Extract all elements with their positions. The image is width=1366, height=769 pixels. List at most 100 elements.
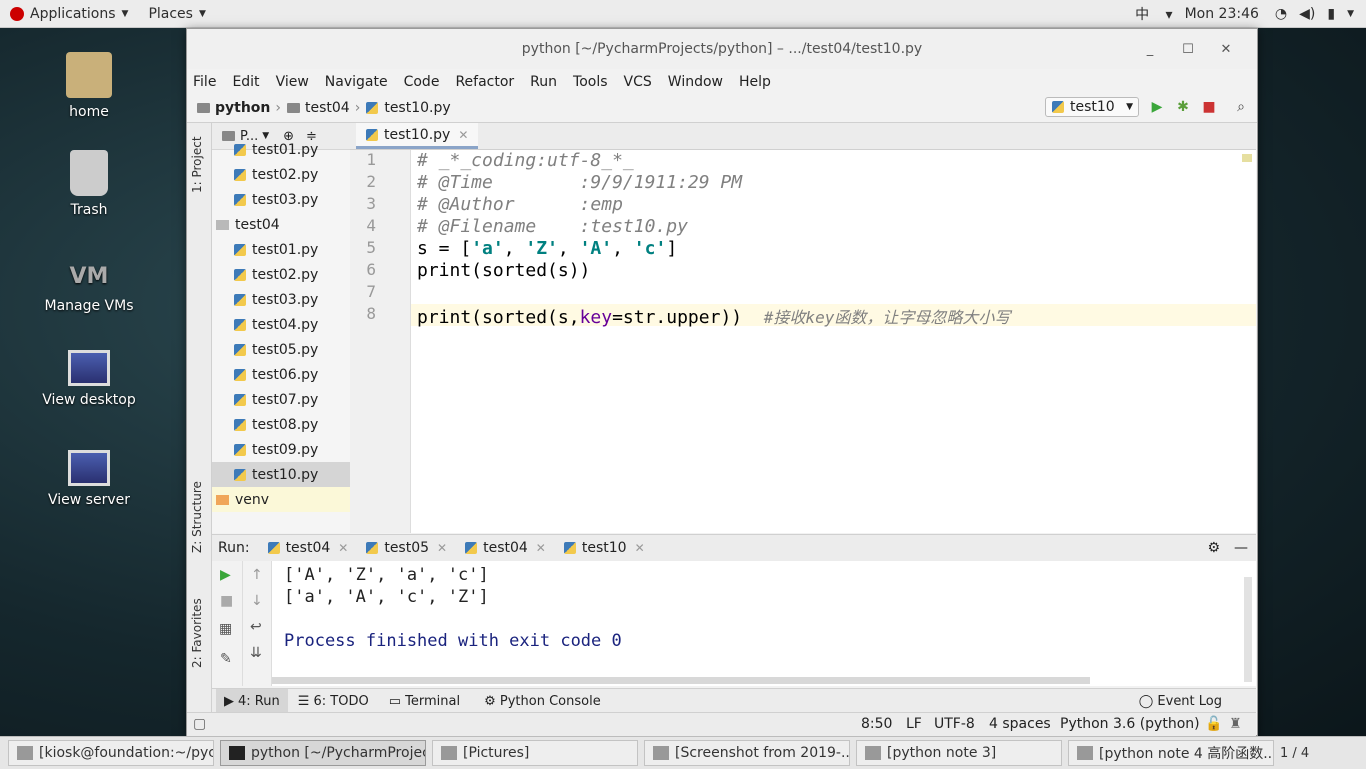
taskbar-item[interactable]: [kiosk@foundation:~/pyc... bbox=[8, 740, 214, 766]
code-editor[interactable]: # _*_coding:utf-8_*_ # @Time :9/9/1911:2… bbox=[411, 150, 1256, 533]
tab-project[interactable]: 1: Project bbox=[190, 136, 204, 193]
tree-file[interactable]: test09.py bbox=[212, 437, 350, 462]
close-tab-icon[interactable]: ✕ bbox=[458, 128, 468, 142]
workspace-pager[interactable]: 1 / 4 bbox=[1280, 746, 1309, 761]
tab-test10[interactable]: test10.py ✕ bbox=[356, 123, 479, 149]
tool-tab-run[interactable]: ▶ 4: Run bbox=[216, 689, 288, 713]
menu-tools[interactable]: Tools bbox=[573, 74, 608, 90]
taskbar-item-active[interactable]: python [~/PycharmProjec... bbox=[220, 740, 426, 766]
code-line: # _*_coding:utf-8_*_ bbox=[417, 150, 634, 171]
interpreter[interactable]: Python 3.6 (python) bbox=[1060, 716, 1200, 732]
taskbar-item[interactable]: [python note 4 高阶函数... bbox=[1068, 740, 1274, 766]
places-menu[interactable]: Places ▼ bbox=[148, 6, 205, 22]
debug-icon[interactable]: ✱ bbox=[1175, 99, 1191, 115]
taskbar-item[interactable]: [Pictures] bbox=[432, 740, 638, 766]
breadcrumb-file[interactable]: test10.py bbox=[366, 100, 451, 116]
input-method[interactable]: 中 ▾ bbox=[1135, 4, 1172, 24]
desktop-home[interactable]: home bbox=[24, 52, 154, 120]
monitor-icon bbox=[68, 450, 110, 486]
menu-edit[interactable]: Edit bbox=[232, 74, 259, 90]
desktop-manage-vms[interactable]: VM Manage VMs bbox=[24, 262, 154, 314]
desktop-trash[interactable]: Trash bbox=[24, 150, 154, 218]
soft-wrap-icon[interactable]: ↩ bbox=[250, 619, 262, 635]
taskbar-item[interactable]: [python note 3] bbox=[856, 740, 1062, 766]
run-tab-active[interactable]: test10 ✕ bbox=[563, 540, 645, 556]
tree-file[interactable]: test07.py bbox=[212, 387, 350, 412]
file-encoding[interactable]: UTF-8 bbox=[934, 716, 975, 732]
tree-file[interactable]: test01.py bbox=[212, 237, 350, 262]
settings-icon[interactable]: ⚙ bbox=[1207, 540, 1220, 556]
tree-file[interactable]: test03.py bbox=[212, 187, 350, 212]
navigation-bar: python › test04 › test10.py test10 ▼ ▶ ✱ ■ … bbox=[187, 94, 1257, 123]
indent-setting[interactable]: 4 spaces bbox=[989, 716, 1051, 732]
pin-icon[interactable]: ✎ bbox=[220, 651, 232, 667]
search-icon[interactable]: ⌕ bbox=[1233, 99, 1249, 115]
system-menu[interactable]: ▼ bbox=[1347, 9, 1354, 19]
applications-menu[interactable]: Applications ▼ bbox=[10, 6, 128, 22]
menu-view[interactable]: View bbox=[276, 74, 309, 90]
stop-icon[interactable]: ■ bbox=[1201, 99, 1217, 115]
run-tab[interactable]: test04 ✕ bbox=[267, 540, 348, 556]
tree-file[interactable]: test02.py bbox=[212, 162, 350, 187]
inspector-icon[interactable]: ♜ bbox=[1229, 716, 1242, 732]
run-tab[interactable]: test04 ✕ bbox=[465, 540, 546, 556]
tree-file[interactable]: test05.py bbox=[212, 337, 350, 362]
toggle-panels-icon[interactable]: ▢ bbox=[193, 716, 206, 732]
menu-vcs[interactable]: VCS bbox=[624, 74, 652, 90]
menu-refactor[interactable]: Refactor bbox=[455, 74, 514, 90]
menu-help[interactable]: Help bbox=[739, 74, 771, 90]
project-panel: P... ▼ ⊕ ≑ test01.py test02.py test03.py … bbox=[212, 123, 351, 533]
console-line: Process finished with exit code 0 bbox=[284, 631, 622, 651]
run-configuration-select[interactable]: test10 ▼ bbox=[1045, 97, 1139, 117]
maximize-button[interactable]: ☐ bbox=[1169, 42, 1207, 57]
tree-file[interactable]: test08.py bbox=[212, 412, 350, 437]
scroll-end-icon[interactable]: ⇊ bbox=[250, 645, 262, 661]
minimize-button[interactable]: _ bbox=[1131, 42, 1169, 57]
tool-tab-todo[interactable]: ☰ 6: TODO bbox=[298, 694, 369, 709]
rerun-icon[interactable]: ▶ bbox=[220, 567, 231, 583]
window-titlebar[interactable]: python [~/PycharmProjects/python] – .../… bbox=[187, 29, 1257, 69]
run-panel-header: Run: test04 ✕ test05 ✕ test04 ✕ test10 ✕ ⚙ — bbox=[212, 534, 1256, 562]
up-icon[interactable]: ↑ bbox=[251, 567, 263, 583]
tree-file[interactable]: test04.py bbox=[212, 312, 350, 337]
lock-icon[interactable]: 🔓 bbox=[1205, 716, 1222, 732]
hide-icon[interactable]: — bbox=[1234, 540, 1248, 556]
battery-icon[interactable]: ▮ bbox=[1327, 6, 1335, 22]
tree-folder-venv[interactable]: venv bbox=[212, 487, 350, 512]
tree-file[interactable]: test02.py bbox=[212, 262, 350, 287]
wifi-icon[interactable]: ◔ bbox=[1275, 6, 1287, 22]
volume-icon[interactable]: ◀) bbox=[1299, 6, 1315, 22]
tool-tab-python-console[interactable]: ⚙ Python Console bbox=[484, 694, 601, 709]
caret-position[interactable]: 8:50 bbox=[861, 716, 892, 732]
desktop-view-desktop[interactable]: View desktop bbox=[24, 350, 154, 408]
console-hscrollbar[interactable] bbox=[272, 677, 1090, 684]
tab-structure[interactable]: Z: Structure bbox=[190, 481, 204, 553]
taskbar-item[interactable]: [Screenshot from 2019-... bbox=[644, 740, 850, 766]
tree-file[interactable]: test06.py bbox=[212, 362, 350, 387]
tree-file[interactable]: test03.py bbox=[212, 287, 350, 312]
desktop-view-server[interactable]: View server bbox=[24, 450, 154, 508]
run-tab[interactable]: test05 ✕ bbox=[366, 540, 447, 556]
stop-icon[interactable]: ■ bbox=[220, 593, 233, 609]
menu-code[interactable]: Code bbox=[404, 74, 440, 90]
down-icon[interactable]: ↓ bbox=[251, 593, 263, 609]
menu-navigate[interactable]: Navigate bbox=[325, 74, 388, 90]
breadcrumb-folder[interactable]: test04 › bbox=[287, 100, 360, 116]
tree-folder[interactable]: test04 bbox=[212, 212, 350, 237]
run-icon[interactable]: ▶ bbox=[1149, 99, 1165, 115]
tab-favorites[interactable]: 2: Favorites bbox=[190, 598, 204, 668]
menu-run[interactable]: Run bbox=[530, 74, 557, 90]
menu-file[interactable]: File bbox=[193, 74, 216, 90]
analysis-marker[interactable] bbox=[1242, 154, 1252, 162]
clock[interactable]: Mon 23:46 bbox=[1185, 6, 1259, 22]
close-button[interactable]: ✕ bbox=[1207, 42, 1245, 57]
layout-icon[interactable]: ▦ bbox=[219, 621, 232, 637]
console-scrollbar[interactable] bbox=[1244, 577, 1252, 682]
breadcrumb-project[interactable]: python › bbox=[197, 100, 281, 116]
tree-file-selected[interactable]: test10.py bbox=[212, 462, 350, 487]
console-output[interactable]: ['A', 'Z', 'a', 'c'] ['a', 'A', 'c', 'Z'… bbox=[272, 561, 1256, 686]
line-separator[interactable]: LF bbox=[906, 716, 922, 732]
event-log[interactable]: ◯ Event Log bbox=[1139, 694, 1222, 709]
menu-window[interactable]: Window bbox=[668, 74, 723, 90]
tool-tab-terminal[interactable]: ▭ Terminal bbox=[389, 694, 460, 709]
